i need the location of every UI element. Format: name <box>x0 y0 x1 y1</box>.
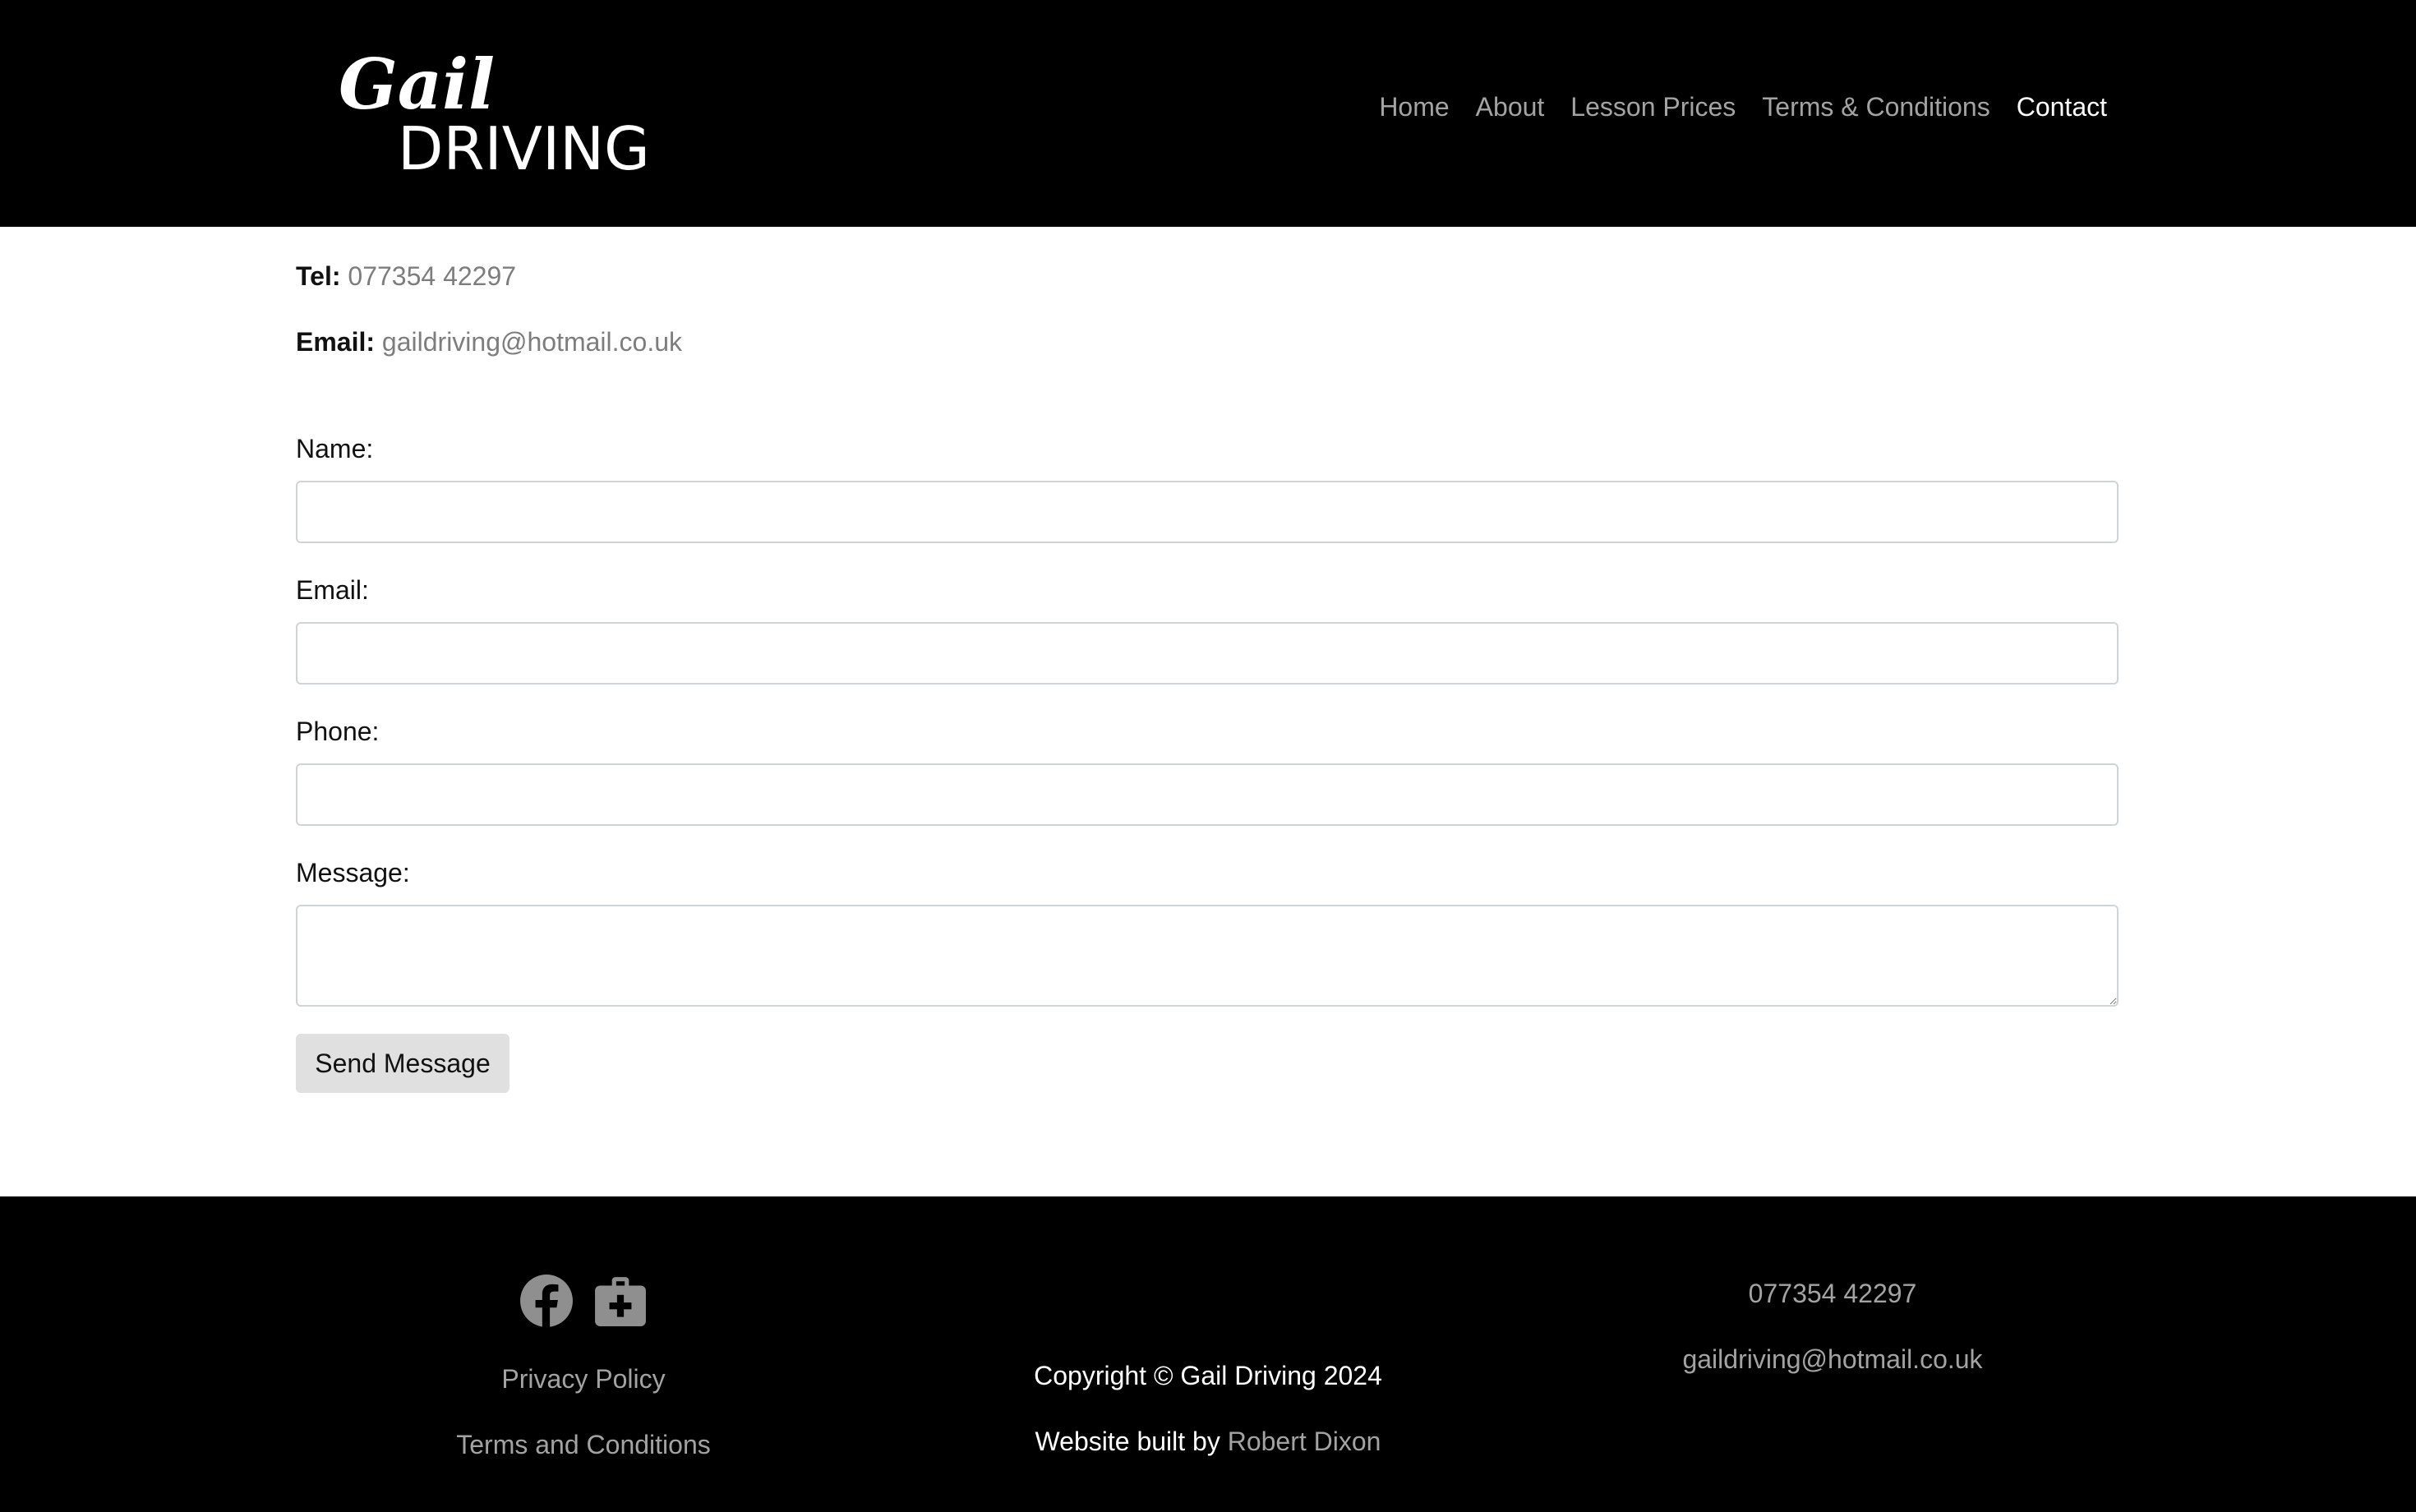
nav-contact[interactable]: Contact <box>2017 92 2107 122</box>
logo-text-gail: Gail <box>339 46 495 125</box>
built-by-prefix: Website built by <box>1035 1427 1220 1456</box>
main-nav: Home About Lesson Prices Terms & Conditi… <box>1379 92 2107 122</box>
built-by-link[interactable]: Robert Dixon <box>1228 1427 1381 1456</box>
nav-terms-conditions[interactable]: Terms & Conditions <box>1762 92 1990 122</box>
message-textarea[interactable] <box>296 905 2119 1007</box>
phone-input[interactable] <box>296 763 2119 826</box>
logo-text-driving: DRIVING <box>398 114 650 177</box>
social-icons <box>214 1274 953 1328</box>
footer-tel-link[interactable]: 077354 42297 <box>1463 1279 2202 1309</box>
tel-label: Tel: <box>296 261 341 291</box>
tel-link[interactable]: 077354 42297 <box>348 261 516 291</box>
gail-driving-logo[interactable]: Gail DRIVING <box>332 46 694 177</box>
footer-email-link[interactable]: gaildriving@hotmail.co.uk <box>1463 1344 2202 1375</box>
email-input[interactable] <box>296 622 2119 685</box>
site-header: Gail DRIVING Home About Lesson Prices Te… <box>0 0 2416 227</box>
tel-line: Tel: 077354 42297 <box>296 261 516 292</box>
site-footer: Privacy Policy Terms and Conditions Copy… <box>0 1196 2416 1512</box>
facebook-icon[interactable] <box>519 1274 574 1328</box>
email-label: Email: <box>296 327 376 357</box>
email-field-label: Email: <box>296 575 369 605</box>
medical-kit-icon[interactable] <box>593 1274 648 1328</box>
phone-label: Phone: <box>296 717 380 746</box>
nav-lesson-prices[interactable]: Lesson Prices <box>1570 92 1736 122</box>
message-label: Message: <box>296 858 410 887</box>
built-by-text: Website built by Robert Dixon <box>838 1427 1578 1457</box>
name-label: Name: <box>296 434 374 463</box>
email-link[interactable]: gaildriving@hotmail.co.uk <box>382 327 682 357</box>
name-input[interactable] <box>296 481 2119 543</box>
nav-home[interactable]: Home <box>1379 92 1449 122</box>
send-message-button[interactable]: Send Message <box>296 1034 509 1093</box>
email-line: Email: gaildriving@hotmail.co.uk <box>296 327 682 357</box>
nav-about[interactable]: About <box>1476 92 1545 122</box>
